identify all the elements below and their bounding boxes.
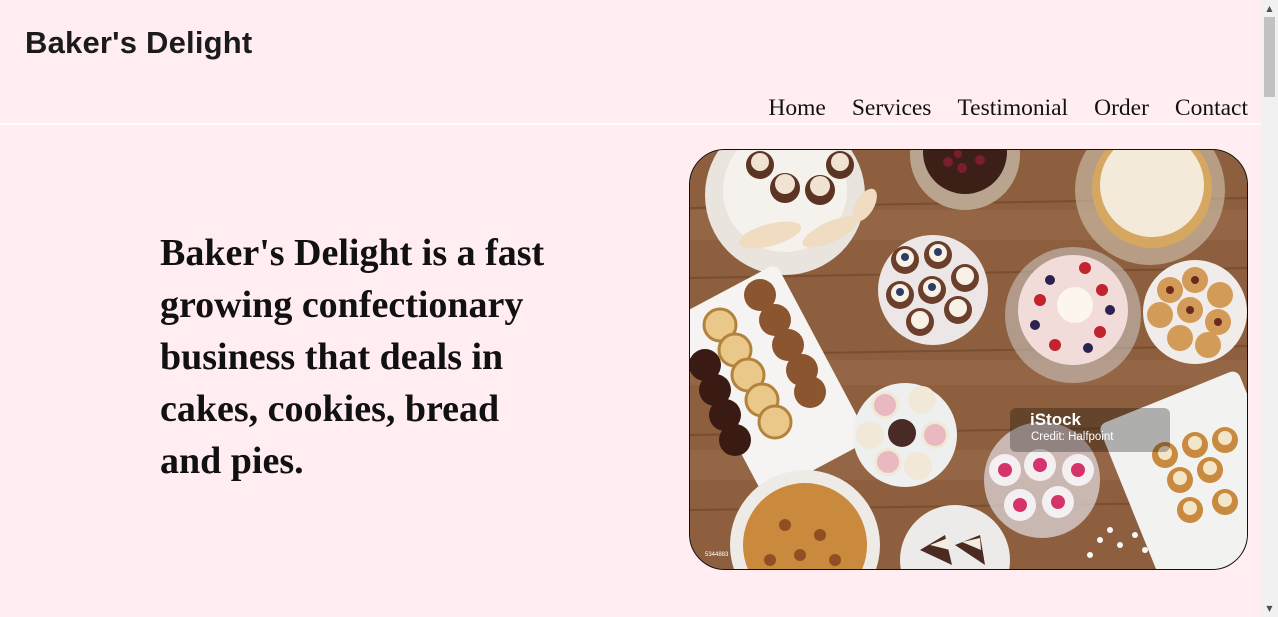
scroll-down-arrow-icon[interactable]: ▼ bbox=[1261, 600, 1278, 617]
nav-testimonial-link[interactable]: Testimonial bbox=[957, 95, 1068, 122]
scroll-thumb[interactable] bbox=[1264, 17, 1275, 97]
watermark-id: 5344883 bbox=[705, 552, 729, 558]
hero-image bbox=[689, 149, 1248, 570]
watermark-credit: Credit: Halfpoint bbox=[1031, 431, 1114, 443]
brand-title[interactable]: Baker's Delight bbox=[25, 25, 252, 61]
nav-contact-link[interactable]: Contact bbox=[1175, 95, 1248, 122]
nav-services-link[interactable]: Services bbox=[852, 95, 932, 122]
nav-home-link[interactable]: Home bbox=[768, 95, 825, 122]
main-nav: Home Services Testimonial Order Contact bbox=[768, 95, 1248, 122]
hero-headline: Baker's Delight is a fast growing confec… bbox=[160, 232, 545, 482]
pastry-table-illustration bbox=[690, 150, 1247, 569]
vertical-scrollbar[interactable]: ▲ ▼ bbox=[1261, 0, 1278, 617]
scroll-up-arrow-icon[interactable]: ▲ bbox=[1261, 0, 1278, 17]
watermark-logo: iStock bbox=[1030, 410, 1082, 429]
site-header: Baker's Delight Home Services Testimonia… bbox=[0, 0, 1261, 125]
nav-order-link[interactable]: Order bbox=[1094, 95, 1149, 122]
page: Baker's Delight Home Services Testimonia… bbox=[0, 0, 1261, 617]
